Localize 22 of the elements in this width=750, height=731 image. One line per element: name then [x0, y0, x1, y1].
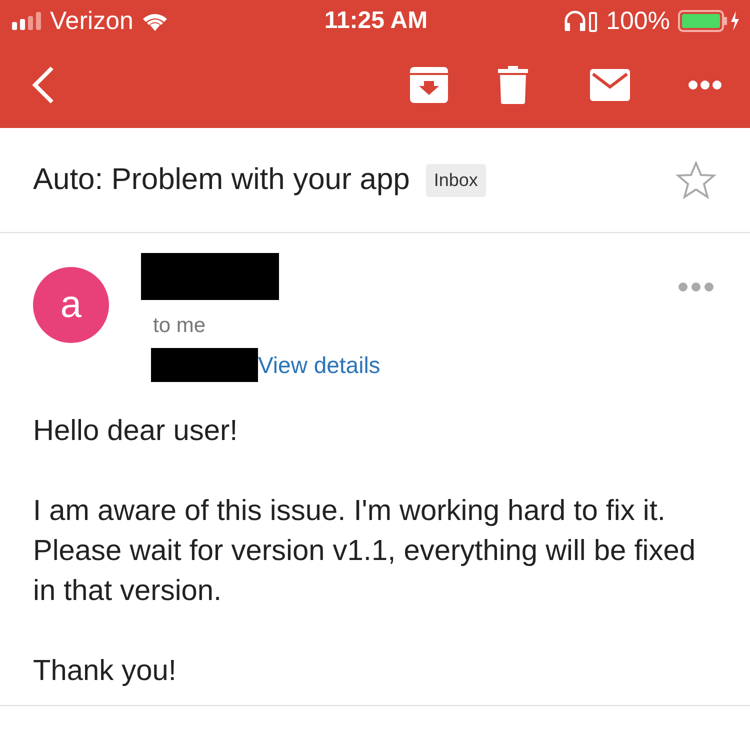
battery-percent: 100% — [606, 6, 670, 36]
headphones-icon — [564, 10, 598, 32]
more-icon — [678, 282, 714, 292]
recipient-text: to me — [153, 314, 207, 338]
message-paragraph: Hello dear user! — [33, 414, 239, 449]
view-details-link[interactable]: View details — [258, 352, 380, 378]
back-button[interactable] — [30, 65, 56, 105]
message-paragraph: Thank you! — [33, 654, 178, 689]
delete-button[interactable] — [498, 66, 528, 104]
inbox-label: Inbox — [426, 164, 486, 196]
sender-avatar: a — [33, 267, 109, 343]
carrier-name: Verizon — [50, 6, 134, 36]
message-paragraph: I am aware of this issue. I'm working hard to fix it. Please wait for version v1.1, everything will be fixed in that version. — [33, 494, 696, 609]
battery-charging-icon — [678, 10, 740, 32]
signal-icon — [12, 12, 42, 30]
archive-button[interactable] — [410, 67, 448, 103]
star-button[interactable] — [676, 161, 716, 199]
more-button[interactable] — [688, 80, 722, 90]
mail-button[interactable] — [590, 69, 630, 101]
wifi-icon — [141, 11, 170, 31]
email-subject: Auto: Problem with your app — [33, 163, 410, 197]
clock-time: 11:25 AM — [324, 7, 428, 35]
